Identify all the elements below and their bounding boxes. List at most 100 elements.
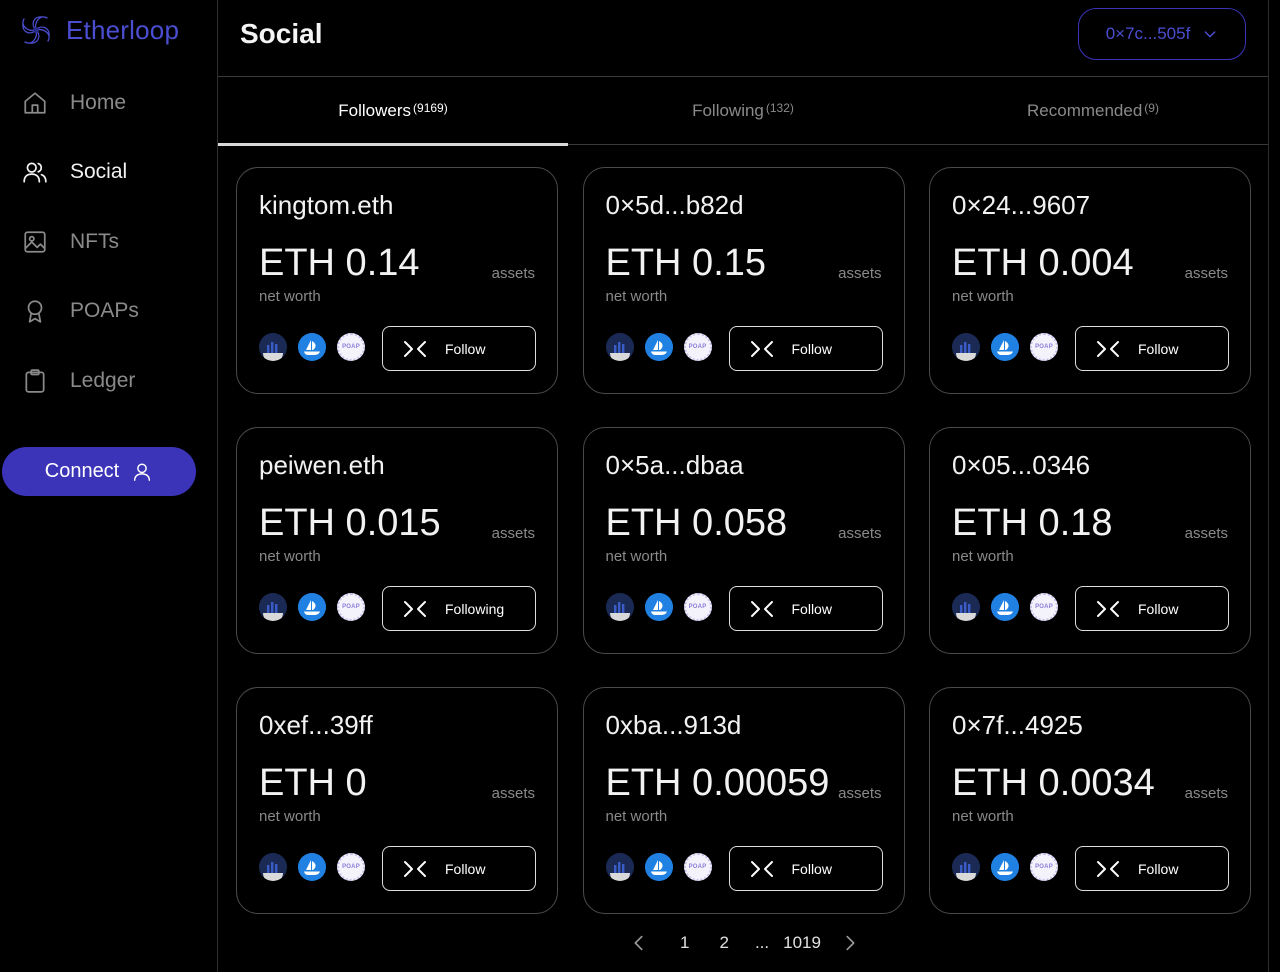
poap-icon[interactable]: POAP [1030, 593, 1058, 621]
chevron-right-icon[interactable] [839, 932, 861, 954]
profile-name[interactable]: 0xef...39ff [259, 710, 373, 741]
connect-button[interactable]: Connect [2, 447, 196, 496]
follow-button[interactable]: Following [382, 586, 536, 631]
opensea-icon[interactable] [991, 333, 1019, 361]
sidebar: Etherloop Home Social NFTs POAPs Ledger … [0, 0, 218, 972]
poap-icon[interactable]: POAP [683, 593, 712, 621]
poap-icon[interactable]: POAP [1030, 853, 1058, 881]
opensea-icon[interactable] [644, 593, 673, 621]
assets-label[interactable]: assets [1185, 525, 1228, 542]
app-logo[interactable]: Etherloop [16, 10, 179, 50]
poap-icon[interactable]: POAP [683, 333, 712, 361]
dune-analytics-icon[interactable] [952, 333, 980, 361]
poap-badge-label: POAP [1035, 864, 1053, 870]
follow-button[interactable]: Follow [728, 846, 883, 891]
follow-arrows-icon [404, 860, 426, 877]
follow-button[interactable]: Follow [1075, 846, 1229, 891]
profile-name[interactable]: kingtom.eth [259, 190, 393, 221]
social-tabs: Followers (9169) Following (132) Recommend… [218, 77, 1268, 146]
follow-arrows-icon [404, 600, 426, 617]
tab-label: Recommended [1027, 101, 1143, 120]
profile-name[interactable]: 0×5a...dbaa [606, 450, 744, 481]
poap-icon[interactable]: POAP [337, 853, 365, 881]
poap-icon[interactable]: POAP [337, 333, 365, 361]
dune-analytics-icon[interactable] [259, 593, 287, 621]
user-icon [134, 462, 151, 481]
profile-name[interactable]: 0×24...9607 [952, 190, 1090, 221]
sidebar-item-ledger[interactable]: Ledger [0, 346, 218, 416]
follow-arrows-icon [750, 860, 773, 877]
follow-arrows-icon [750, 600, 773, 617]
wallet-dropdown-button[interactable]: 0×7c...505f [1078, 8, 1246, 60]
poap-icon[interactable]: POAP [337, 593, 365, 621]
sidebar-item-poaps[interactable]: POAPs [0, 277, 218, 347]
dune-analytics-icon[interactable] [605, 333, 634, 361]
assets-label[interactable]: assets [1185, 785, 1228, 802]
assets-label[interactable]: assets [838, 265, 881, 282]
follow-button[interactable]: Follow [1075, 326, 1229, 371]
poap-icon[interactable]: POAP [1030, 333, 1058, 361]
opensea-icon[interactable] [298, 853, 326, 881]
assets-label[interactable]: assets [1185, 265, 1228, 282]
tab-followers[interactable]: Followers (9169) [218, 77, 568, 146]
platform-links: POAP [952, 333, 1058, 361]
poap-badge-label: POAP [688, 864, 707, 870]
poap-badge-label: POAP [1035, 344, 1053, 350]
sidebar-item-social[interactable]: Social [0, 138, 218, 208]
platform-links: POAP [605, 333, 712, 361]
sidebar-item-home[interactable]: Home [0, 68, 218, 138]
net-worth-label: net worth [259, 548, 321, 565]
home-icon [22, 90, 48, 116]
tab-count: (9169) [413, 101, 448, 115]
profile-card: peiwen.eth ETH 0.015 assets net worth PO… [236, 427, 558, 654]
profile-name[interactable]: 0×7f...4925 [952, 710, 1083, 741]
tab-count: (9) [1144, 101, 1159, 115]
page-title: Social [240, 18, 323, 49]
opensea-icon[interactable] [991, 853, 1019, 881]
poap-icon[interactable]: POAP [683, 853, 712, 881]
profile-name[interactable]: 0×05...0346 [952, 450, 1090, 481]
dune-analytics-icon[interactable] [952, 593, 980, 621]
follow-button[interactable]: Follow [382, 326, 536, 371]
poap-badge-label: POAP [688, 344, 707, 350]
opensea-icon[interactable] [644, 853, 673, 881]
tab-label: Following [692, 101, 764, 120]
opensea-icon[interactable] [298, 593, 326, 621]
page-last[interactable]: 1019 [783, 933, 821, 953]
page-1[interactable]: 1 [680, 933, 689, 953]
profile-card: 0×05...0346 ETH 0.18 assets net worth PO… [929, 427, 1251, 654]
tab-recommended[interactable]: Recommended (9) [918, 77, 1268, 145]
dune-analytics-icon[interactable] [259, 333, 287, 361]
dune-analytics-icon[interactable] [952, 853, 980, 881]
tab-following[interactable]: Following (132) [568, 77, 918, 145]
net-worth-value: ETH 0.004 [952, 242, 1134, 284]
dune-analytics-icon[interactable] [259, 853, 287, 881]
dune-analytics-icon[interactable] [605, 853, 634, 881]
net-worth-label: net worth [259, 288, 321, 305]
assets-label[interactable]: assets [838, 785, 881, 802]
follow-button[interactable]: Follow [728, 586, 883, 631]
poap-badge-label: POAP [1035, 604, 1053, 610]
assets-label[interactable]: assets [838, 525, 881, 542]
opensea-icon[interactable] [298, 333, 326, 361]
page-header: Social 0×7c...505f [218, 0, 1268, 77]
follow-button[interactable]: Follow [728, 326, 883, 371]
chevron-left-icon[interactable] [628, 932, 650, 954]
profile-card: 0xef...39ff ETH 0 assets net worth POAP … [236, 687, 558, 914]
swirl-logo-icon [22, 16, 50, 44]
profile-name[interactable]: 0xba...913d [606, 710, 742, 741]
net-worth-value: ETH 0.18 [952, 502, 1113, 544]
profile-name[interactable]: peiwen.eth [259, 450, 385, 481]
dune-analytics-icon[interactable] [605, 593, 634, 621]
opensea-icon[interactable] [644, 333, 673, 361]
net-worth-value: ETH 0.015 [259, 502, 441, 544]
assets-label[interactable]: assets [492, 265, 535, 282]
profile-name[interactable]: 0×5d...b82d [606, 190, 744, 221]
follow-button[interactable]: Follow [1075, 586, 1229, 631]
sidebar-item-nfts[interactable]: NFTs [0, 207, 218, 277]
follow-button[interactable]: Follow [382, 846, 536, 891]
assets-label[interactable]: assets [492, 785, 535, 802]
assets-label[interactable]: assets [492, 525, 535, 542]
page-2[interactable]: 2 [719, 933, 728, 953]
opensea-icon[interactable] [991, 593, 1019, 621]
